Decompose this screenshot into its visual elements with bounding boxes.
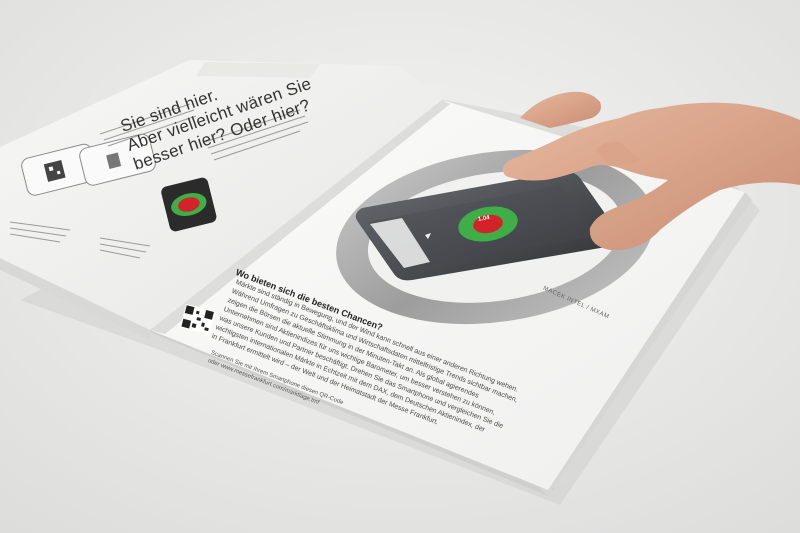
photo-scene: [0, 0, 800, 533]
